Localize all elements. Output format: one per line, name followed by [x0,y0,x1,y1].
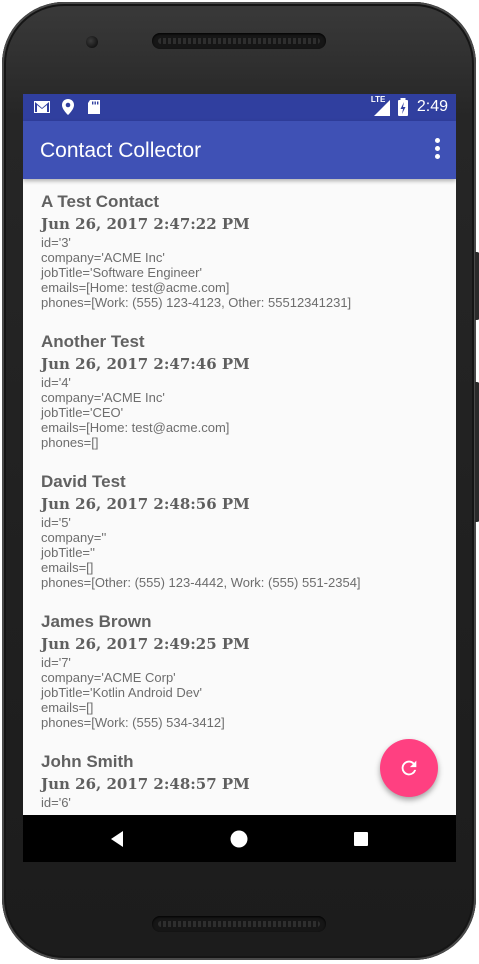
bottom-speaker [152,916,326,932]
volume-button [475,382,479,522]
contact-item[interactable]: James Brown Jun 26, 2017 2:49:25 PM id='… [23,599,456,739]
contact-phones: phones=[Work: (555) 534-3412] [41,715,225,730]
sd-card-icon [88,100,100,114]
battery-charging-icon [397,98,408,116]
contact-item[interactable]: A Test Contact Jun 26, 2017 2:47:22 PM i… [23,179,456,319]
contact-phones: phones=[] [41,435,99,450]
contact-name: A Test Contact [41,192,160,211]
front-camera [86,36,98,48]
contact-name: James Brown [41,612,152,631]
power-button [475,252,479,320]
navigation-bar [23,815,456,862]
contact-id: id='7' [41,655,71,670]
refresh-icon [401,760,417,776]
recents-icon[interactable] [350,828,372,850]
status-bar: LTE 2:49 [23,94,456,121]
contact-company: company='ACME Corp' [41,670,176,685]
contact-item[interactable]: Another Test Jun 26, 2017 2:47:46 PM id=… [23,319,456,459]
contact-company: company='ACME Inc' [41,250,165,265]
contact-date: Jun 26, 2017 2:49:25 PM [41,635,250,653]
contact-name: John Smith [41,752,134,771]
contact-company: company='' [41,530,107,545]
top-speaker [152,33,326,49]
contact-name: David Test [41,472,126,491]
contact-emails: emails=[] [41,700,94,715]
contact-phones: phones=[Work: (555) 123-4123, Other: 555… [41,295,352,310]
contact-name: Another Test [41,332,145,351]
home-icon[interactable] [228,828,250,850]
phone-frame: LTE 2:49 Contact Collector A Test Contac… [2,2,479,960]
screen: LTE 2:49 Contact Collector A Test Contac… [23,94,456,862]
location-icon [62,99,74,115]
contact-job-title: jobTitle='' [41,545,95,560]
app-bar: Contact Collector [23,121,456,179]
back-icon[interactable] [107,828,129,850]
clock: 2:49 [416,98,448,115]
contact-job-title: jobTitle='Kotlin Android Dev' [41,685,202,700]
contact-id: id='3' [41,235,71,250]
contact-id: id='5' [41,515,71,530]
contact-id: id='6' [41,795,71,810]
overflow-menu-button[interactable] [432,138,442,162]
contact-job-title: jobTitle='Software Engineer' [41,265,202,280]
contact-job-title: jobTitle='CEO' [41,405,124,420]
contact-date: Jun 26, 2017 2:48:56 PM [41,495,250,513]
contact-emails: emails=[] [41,560,94,575]
app-title: Contact Collector [40,139,202,162]
contact-list[interactable]: A Test Contact Jun 26, 2017 2:47:22 PM i… [23,179,456,815]
contact-id: id='4' [41,375,71,390]
contact-date: Jun 26, 2017 2:47:22 PM [41,215,250,233]
contact-phones: phones=[Other: (555) 123-4442, Work: (55… [41,575,361,590]
contact-emails: emails=[Home: test@acme.com] [41,280,230,295]
contact-item[interactable]: David Test Jun 26, 2017 2:48:56 PM id='5… [23,459,456,599]
gmail-icon [34,101,50,113]
contact-company: company='ACME Inc' [41,390,165,405]
refresh-button[interactable] [380,739,438,797]
contact-date: Jun 26, 2017 2:47:46 PM [41,355,250,373]
contact-emails: emails=[Home: test@acme.com] [41,420,230,435]
signal-icon: LTE [371,95,391,117]
contact-date: Jun 26, 2017 2:48:57 PM [41,775,250,793]
more-vert-icon [432,138,442,159]
